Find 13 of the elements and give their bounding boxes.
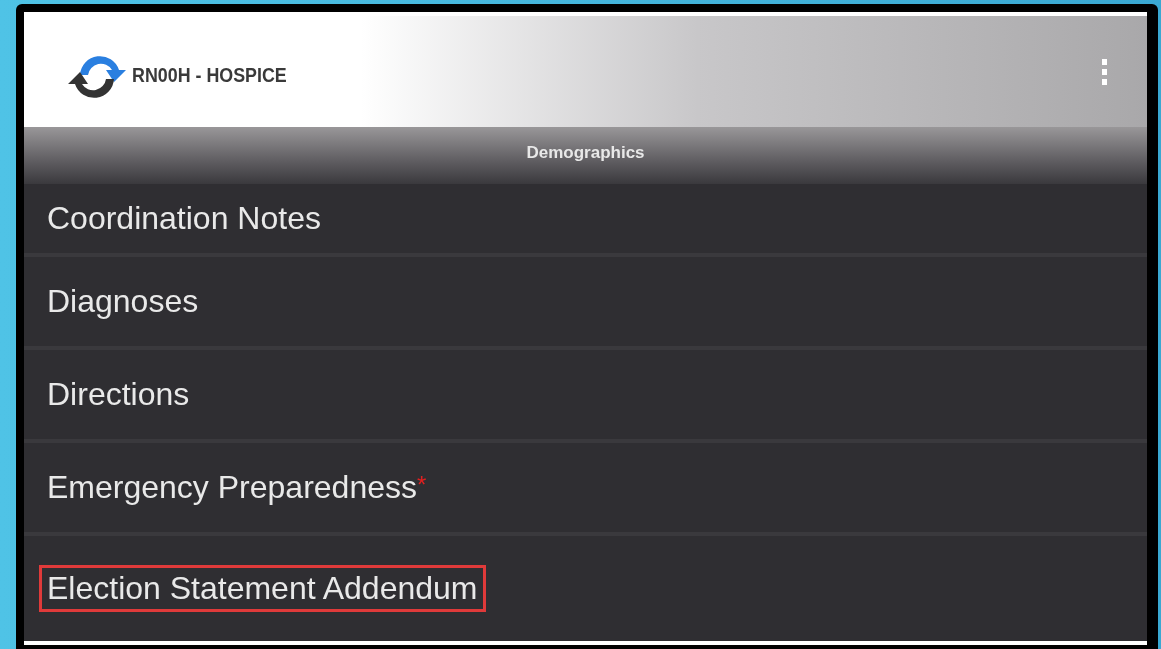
menu-item-label: Coordination Notes: [46, 199, 321, 238]
menu-item[interactable]: Election Statement Addendum: [24, 536, 1147, 641]
menu-item[interactable]: Emergency Preparedness*: [24, 443, 1147, 536]
menu-item-label: Election Statement Addendum: [39, 565, 486, 612]
section-title: Demographics: [526, 142, 645, 163]
menu-item-label: Emergency Preparedness: [46, 468, 417, 507]
menu-item-label: Directions: [46, 375, 190, 414]
menu-item[interactable]: Coordination Notes: [24, 184, 1147, 257]
menu-item[interactable]: Directions: [24, 350, 1147, 443]
required-mark: *: [416, 471, 427, 498]
app-title: RN00H - HOSPICE: [132, 62, 287, 87]
menu-item-label: Diagnoses: [46, 282, 199, 321]
menu-item[interactable]: Diagnoses: [24, 257, 1147, 350]
